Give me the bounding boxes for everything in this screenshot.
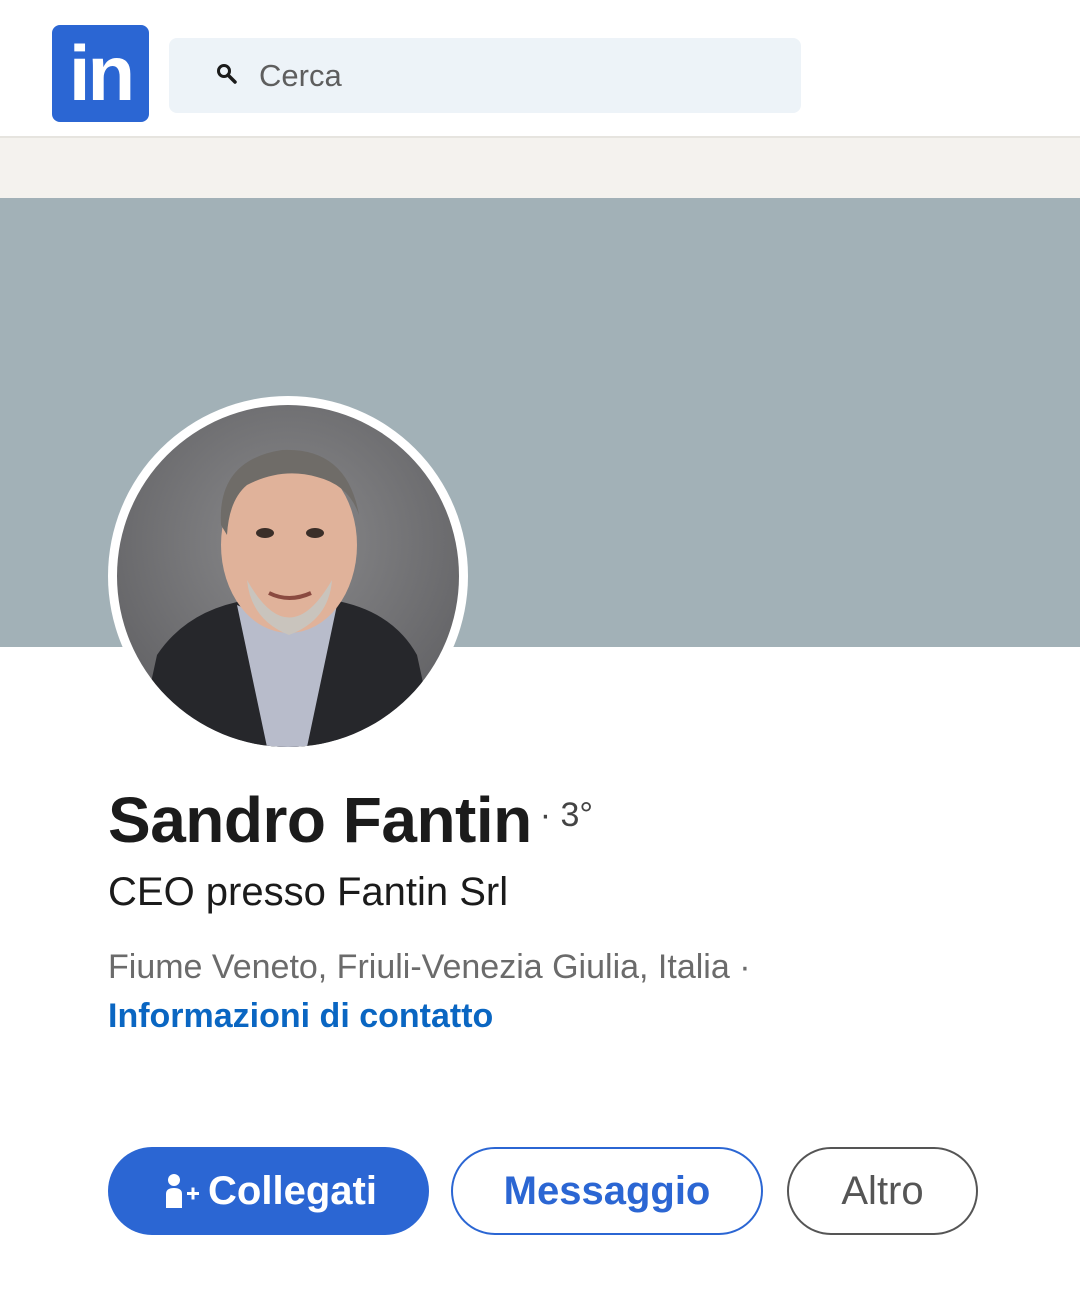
profile-photo-image: [117, 405, 459, 747]
add-person-icon: [166, 1174, 200, 1208]
connect-button-label: Collegati: [208, 1168, 377, 1213]
linkedin-logo[interactable]: in: [52, 25, 149, 122]
more-button-label: Altro: [841, 1168, 924, 1213]
page-background-band: [0, 138, 1080, 198]
profile-headline: CEO presso Fantin Srl: [108, 870, 509, 914]
search-box[interactable]: [169, 38, 801, 113]
search-icon: [215, 62, 239, 86]
profile-name: Sandro Fantin: [108, 784, 532, 856]
profile-location: Fiume Veneto, Friuli-Venezia Giulia, Ita…: [108, 948, 751, 986]
search-input[interactable]: [259, 38, 779, 113]
connection-degree: · 3°: [539, 796, 593, 834]
connect-button[interactable]: Collegati: [108, 1147, 429, 1235]
top-navigation-bar: in: [0, 0, 1080, 138]
message-button-label: Messaggio: [503, 1168, 711, 1213]
more-button[interactable]: Altro: [787, 1147, 978, 1235]
profile-photo[interactable]: [108, 396, 468, 756]
profile-name-row: Sandro Fantin · 3°: [108, 783, 593, 857]
message-button[interactable]: Messaggio: [451, 1147, 763, 1235]
contact-info-link[interactable]: Informazioni di contatto: [108, 997, 493, 1036]
